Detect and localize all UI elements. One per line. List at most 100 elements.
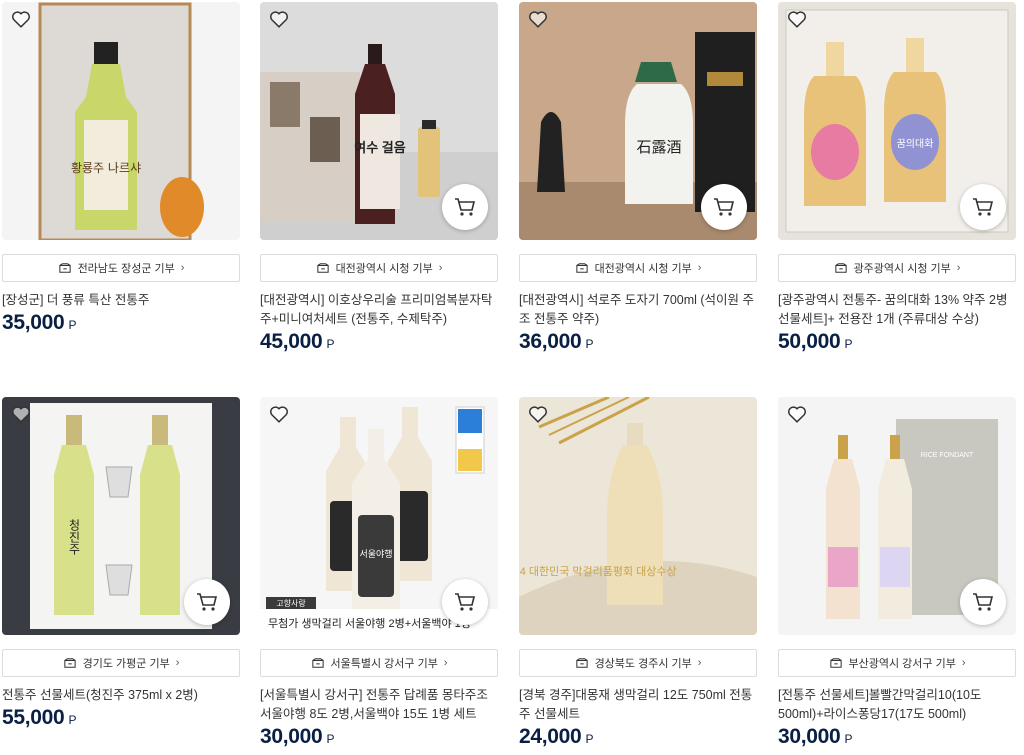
donation-label: 전라남도 장성군 기부 [77,263,175,275]
donation-label: 부산광역시 강서구 기부 [848,658,956,670]
hand-heart-icon [834,263,847,273]
product-title[interactable]: [전통주 선물세트]볼빨간막걸리10(10도 500ml)+라이스퐁당17(17… [778,686,1016,724]
donation-button[interactable]: 전라남도 장성군 기부 › [2,254,240,282]
product-image[interactable]: 2024 대한민국 막걸리품평회 대상수상 [519,397,757,635]
product-image[interactable]: 여수 걸음 [260,2,498,240]
heart-outline-icon[interactable] [268,8,290,30]
donation-button[interactable]: 서울특별시 강서구 기부 › [260,649,498,677]
heart-outline-icon[interactable] [786,8,808,30]
chevron-right-icon: › [443,657,448,669]
product-photo: 황룡주 나르샤 [2,2,240,240]
product-banner: 무첨가 생막걸리 서울야행 2병+서울백야 1병 [268,617,471,630]
chevron-right-icon: › [697,262,702,274]
product-title[interactable]: [대전광역시] 석로주 도자기 700ml (석이원 주조 전통주 약주) [519,291,757,329]
product-title[interactable]: [장성군] 더 풍류 특산 전통주 [2,291,240,310]
donation-button[interactable]: 대전광역시 시청 기부 › [519,254,757,282]
price-unit: P [68,713,77,727]
donation-label: 경상북도 경주시 기부 [594,658,692,670]
price-unit: P [326,337,335,351]
donation-button[interactable]: 경기도 가평군 기부 › [2,649,240,677]
bottle-label: 황룡주 나르샤 [71,161,141,175]
donation-button[interactable]: 광주광역시 시청 기부 › [778,254,1016,282]
bottle-label: 서울야행 [359,548,392,559]
price-value: 50,000 [778,330,841,353]
product-photo: 2024 대한민국 막걸리품평회 대상수상 [519,397,757,635]
price-unit: P [585,732,594,746]
product-image[interactable]: 청진주 [2,397,240,635]
bottle-label: 2024 대한민국 막걸리품평회 대상수상 [519,565,677,578]
product-title[interactable]: [대전광역시] 이호상우리술 프리미엄복분자탁주+미니여처세트 (전통주, 수제… [260,291,498,329]
price-value: 45,000 [260,330,323,353]
product-price: 30,000 P [260,725,498,749]
donation-label: 서울특별시 강서구 기부 [330,658,438,670]
chevron-right-icon: › [180,262,185,274]
bottle-label: 꿈의대화 [897,138,934,150]
cart-icon [714,198,735,216]
add-to-cart-button[interactable] [184,579,230,625]
product-image[interactable]: RICE FONDANT [778,397,1016,635]
product-image[interactable]: 서울야행 고향사랑 무첨가 생막걸리 서울야행 2병+서울백야 1병 [260,397,498,635]
add-to-cart-button[interactable] [960,579,1006,625]
cart-icon [973,593,994,611]
add-to-cart-button[interactable] [701,184,747,230]
product-card[interactable]: RICE FONDANT 부산광역시 강서구 기부 › [전통주 선물세트]볼빨… [778,397,1016,749]
product-grid: 황룡주 나르샤 전라남도 장성군 기부 › [장성군] 더 풍류 특산 전통주 … [0,0,1024,755]
bottle-label: RICE FONDANT [921,452,974,459]
chevron-right-icon: › [438,262,443,274]
product-price: 36,000 P [519,330,757,354]
hand-heart-icon [316,263,329,273]
price-value: 36,000 [519,330,582,353]
product-card[interactable]: 꿈의대화 광주광역시 시청 기부 › [광주광역시 전통주- 꿈의대화 13% … [778,2,1016,354]
donation-button[interactable]: 경상북도 경주시 기부 › [519,649,757,677]
heart-outline-icon[interactable] [527,403,549,425]
product-price: 24,000 P [519,725,757,749]
product-card[interactable]: 石露酒 대전광역시 시청 기부 › [대전광역시] 석로주 도자기 700ml … [519,2,757,354]
heart-outline-icon[interactable] [10,403,32,425]
price-unit: P [326,732,335,746]
chevron-right-icon: › [961,657,966,669]
add-to-cart-button[interactable] [442,579,488,625]
add-to-cart-button[interactable] [442,184,488,230]
product-image[interactable]: 황룡주 나르샤 [2,2,240,240]
product-title[interactable]: [서울특별시 강서구] 전통주 답례품 몽타주조 서울야행 8도 2병,서울백야… [260,686,498,724]
heart-outline-icon[interactable] [527,8,549,30]
donation-label: 대전광역시 시청 기부 [335,263,433,275]
add-to-cart-button[interactable] [960,184,1006,230]
product-title[interactable]: [광주광역시 전통주- 꿈의대화 13% 약주 2병 선물세트]+ 전용잔 1개… [778,291,1016,329]
product-card[interactable]: 여수 걸음 대전광역시 시청 기부 › [대전광역시] 이호상우리술 프리미엄복… [260,2,498,354]
product-card[interactable]: 황룡주 나르샤 전라남도 장성군 기부 › [장성군] 더 풍류 특산 전통주 … [2,2,240,335]
product-card[interactable]: 청진주 경기도 가평군 기부 › 전통주 선물세트(청진주 375ml x 2병… [2,397,240,730]
hand-heart-icon [829,658,842,668]
product-image[interactable]: 石露酒 [519,2,757,240]
chevron-right-icon: › [175,657,180,669]
price-value: 35,000 [2,311,65,334]
product-price: 45,000 P [260,330,498,354]
bottle-label: 청진주 [67,519,81,555]
price-unit: P [585,337,594,351]
heart-outline-icon[interactable] [10,8,32,30]
hand-heart-icon [575,263,588,273]
product-price: 50,000 P [778,330,1016,354]
price-unit: P [68,318,77,332]
donation-button[interactable]: 대전광역시 시청 기부 › [260,254,498,282]
cart-icon [973,198,994,216]
cart-icon [455,593,476,611]
donation-button[interactable]: 부산광역시 강서구 기부 › [778,649,1016,677]
donation-label: 대전광역시 시청 기부 [594,263,692,275]
cart-icon [455,198,476,216]
heart-outline-icon[interactable] [786,403,808,425]
price-value: 55,000 [2,706,65,729]
product-card[interactable]: 서울야행 고향사랑 무첨가 생막걸리 서울야행 2병+서울백야 1병 서울특별시… [260,397,498,749]
product-title[interactable]: [경북 경주]대몽재 생막걸리 12도 750ml 전통주 선물세트 [519,686,757,724]
product-image[interactable]: 꿈의대화 [778,2,1016,240]
price-unit: P [844,732,853,746]
cart-icon [197,593,218,611]
donation-label: 광주광역시 시청 기부 [853,263,951,275]
hand-heart-icon [58,263,71,273]
hand-heart-icon [63,658,76,668]
product-price: 30,000 P [778,725,1016,749]
heart-outline-icon[interactable] [268,403,290,425]
product-price: 55,000 P [2,706,240,730]
product-title[interactable]: 전통주 선물세트(청진주 375ml x 2병) [2,686,240,705]
product-card[interactable]: 2024 대한민국 막걸리품평회 대상수상 경상북도 경주시 기부 › [경북 … [519,397,757,749]
